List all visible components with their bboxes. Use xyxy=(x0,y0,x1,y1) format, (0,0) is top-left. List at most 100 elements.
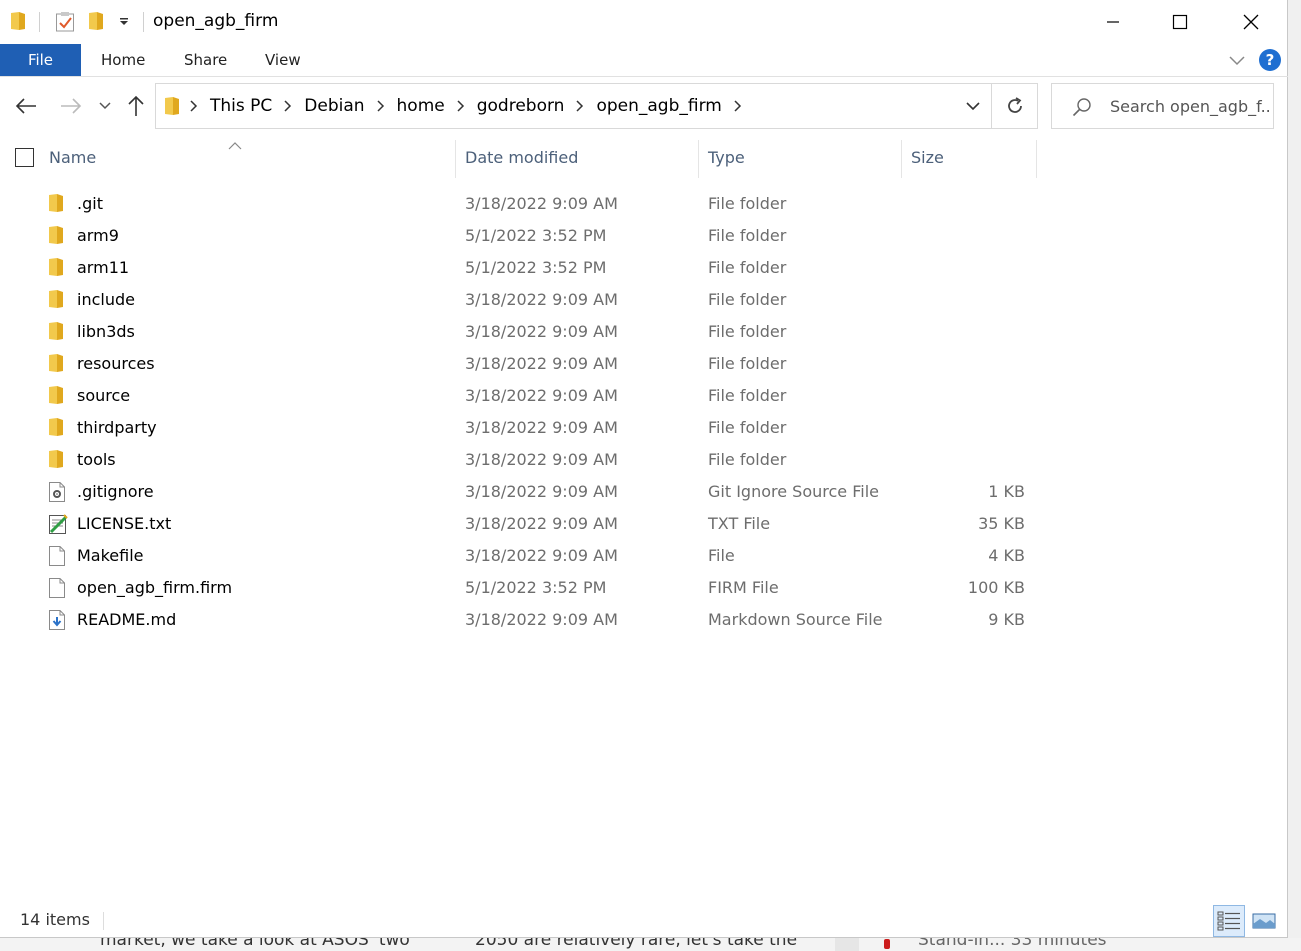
file-date-modified: 3/18/2022 9:09 AM xyxy=(465,354,618,373)
file-row[interactable]: arm9 5/1/2022 3:52 PM File folder xyxy=(0,220,1288,252)
recent-locations-button[interactable] xyxy=(91,92,119,120)
address-bar[interactable]: This PC Debian home godreborn open_agb_f… xyxy=(155,83,1038,129)
help-button[interactable]: ? xyxy=(1259,49,1281,71)
refresh-icon xyxy=(1008,97,1022,113)
minimize-icon xyxy=(1107,21,1119,23)
chevron-right-icon[interactable] xyxy=(284,100,292,112)
file-row[interactable]: Makefile 3/18/2022 9:09 AM File 4 KB xyxy=(0,540,1288,572)
item-count: 14 items xyxy=(20,910,90,929)
file-date-modified: 3/18/2022 9:09 AM xyxy=(465,290,618,309)
breadcrumb-godreborn[interactable]: godreborn xyxy=(477,96,565,116)
address-history-button[interactable] xyxy=(956,84,990,128)
file-row[interactable]: arm11 5/1/2022 3:52 PM File folder xyxy=(0,252,1288,284)
search-input[interactable] xyxy=(1110,94,1270,118)
file-explorer-window: open_agb_firm File Home Share View ? Thi… xyxy=(0,0,1288,938)
chevron-right-icon[interactable] xyxy=(377,100,385,112)
file-date-modified: 3/18/2022 9:09 AM xyxy=(465,482,618,501)
file-row[interactable]: LICENSE.txt 3/18/2022 9:09 AM TXT File 35 K… xyxy=(0,508,1288,540)
file-type: File folder xyxy=(708,386,787,405)
chevron-right-icon[interactable] xyxy=(734,100,742,112)
breadcrumb-debian[interactable]: Debian xyxy=(304,96,364,116)
properties-icon[interactable] xyxy=(55,11,75,37)
large-icons-view-button[interactable] xyxy=(1248,905,1280,937)
breadcrumb-open-agb-firm[interactable]: open_agb_firm xyxy=(596,96,721,116)
file-date-modified: 3/18/2022 9:09 AM xyxy=(465,450,618,469)
close-button[interactable] xyxy=(1228,0,1274,44)
file-row[interactable]: open_agb_firm.firm 5/1/2022 3:52 PM FIRM F… xyxy=(0,572,1288,604)
tab-file[interactable]: File xyxy=(0,44,81,76)
file-name: tools xyxy=(77,450,116,469)
folder-icon xyxy=(48,321,68,343)
folder-icon xyxy=(48,417,68,439)
chevron-right-icon[interactable] xyxy=(457,100,465,112)
file-row[interactable]: .git 3/18/2022 9:09 AM File folder xyxy=(0,188,1288,220)
file-type: File xyxy=(708,546,735,565)
large-icons-view-icon xyxy=(1252,913,1276,929)
file-row[interactable]: libn3ds 3/18/2022 9:09 AM File folder xyxy=(0,316,1288,348)
file-row[interactable]: README.md 3/18/2022 9:09 AM Markdown Sourc… xyxy=(0,604,1288,636)
navigation-bar: This PC Debian home godreborn open_agb_f… xyxy=(0,78,1288,134)
folder-icon xyxy=(48,193,68,215)
forward-button[interactable] xyxy=(57,92,85,120)
file-type: File folder xyxy=(708,450,787,469)
file-name: LICENSE.txt xyxy=(77,514,172,533)
forward-arrow-icon xyxy=(61,98,82,114)
tab-view[interactable]: View xyxy=(261,44,305,76)
folder-icon xyxy=(10,11,26,35)
tab-home[interactable]: Home xyxy=(97,44,149,76)
minimize-button[interactable] xyxy=(1090,0,1136,44)
up-button[interactable] xyxy=(122,92,150,120)
file-row[interactable]: .gitignore 3/18/2022 9:09 AM Git Ignore So… xyxy=(0,476,1288,508)
folder-icon xyxy=(164,96,180,116)
close-icon xyxy=(1243,14,1259,30)
customize-toolbar-icon[interactable] xyxy=(118,17,130,30)
file-size: 1 KB xyxy=(988,482,1025,501)
file-type: File folder xyxy=(708,258,787,277)
file-name: include xyxy=(77,290,135,309)
file-type: FIRM File xyxy=(708,578,779,597)
background-text: market, we take a look at ASOS' two xyxy=(100,938,410,950)
file-row[interactable]: thirdparty 3/18/2022 9:09 AM File folder xyxy=(0,412,1288,444)
file-row[interactable]: resources 3/18/2022 9:09 AM File folder xyxy=(0,348,1288,380)
file-type: File folder xyxy=(708,354,787,373)
column-size[interactable]: Size xyxy=(902,136,1036,178)
details-view-button[interactable] xyxy=(1213,905,1245,937)
chevron-down-icon xyxy=(966,102,980,111)
new-folder-icon[interactable] xyxy=(88,11,104,35)
file-name: open_agb_firm.firm xyxy=(77,578,233,597)
select-all-checkbox[interactable] xyxy=(15,148,34,167)
file-name: .gitignore xyxy=(77,482,154,501)
column-type[interactable]: Type xyxy=(699,136,901,178)
file-date-modified: 5/1/2022 3:52 PM xyxy=(465,578,607,597)
folder-icon xyxy=(48,289,68,311)
file-row[interactable]: source 3/18/2022 9:09 AM File folder xyxy=(0,380,1288,412)
file-type: Git Ignore Source File xyxy=(708,482,879,501)
maximize-button[interactable] xyxy=(1157,0,1203,44)
chevron-right-icon[interactable] xyxy=(190,100,198,112)
file-size: 9 KB xyxy=(988,610,1025,629)
back-button[interactable] xyxy=(12,92,40,120)
file-row[interactable]: include 3/18/2022 9:09 AM File folder xyxy=(0,284,1288,316)
markdown-file-icon xyxy=(48,609,68,631)
file-name: source xyxy=(77,386,131,405)
folder-icon xyxy=(48,225,68,247)
file-type: File folder xyxy=(708,322,787,341)
config-file-icon xyxy=(48,481,68,503)
breadcrumb: This PC Debian home godreborn open_agb_f… xyxy=(164,84,754,128)
file-name: .git xyxy=(77,194,103,213)
breadcrumb-home[interactable]: home xyxy=(397,96,445,116)
text-file-icon xyxy=(48,513,68,535)
column-name[interactable]: Name xyxy=(40,136,455,178)
search-box[interactable] xyxy=(1051,83,1274,129)
refresh-button[interactable] xyxy=(991,84,1038,128)
expand-ribbon-icon[interactable] xyxy=(1228,52,1246,71)
file-date-modified: 5/1/2022 3:52 PM xyxy=(465,226,607,245)
file-row[interactable]: tools 3/18/2022 9:09 AM File folder xyxy=(0,444,1288,476)
file-name: README.md xyxy=(77,610,177,629)
chevron-right-icon[interactable] xyxy=(576,100,584,112)
blank-file-icon xyxy=(48,577,68,599)
breadcrumb-this-pc[interactable]: This PC xyxy=(210,96,272,116)
column-date-modified[interactable]: Date modified xyxy=(456,136,698,178)
maximize-icon xyxy=(1172,14,1188,30)
tab-share[interactable]: Share xyxy=(180,44,231,76)
